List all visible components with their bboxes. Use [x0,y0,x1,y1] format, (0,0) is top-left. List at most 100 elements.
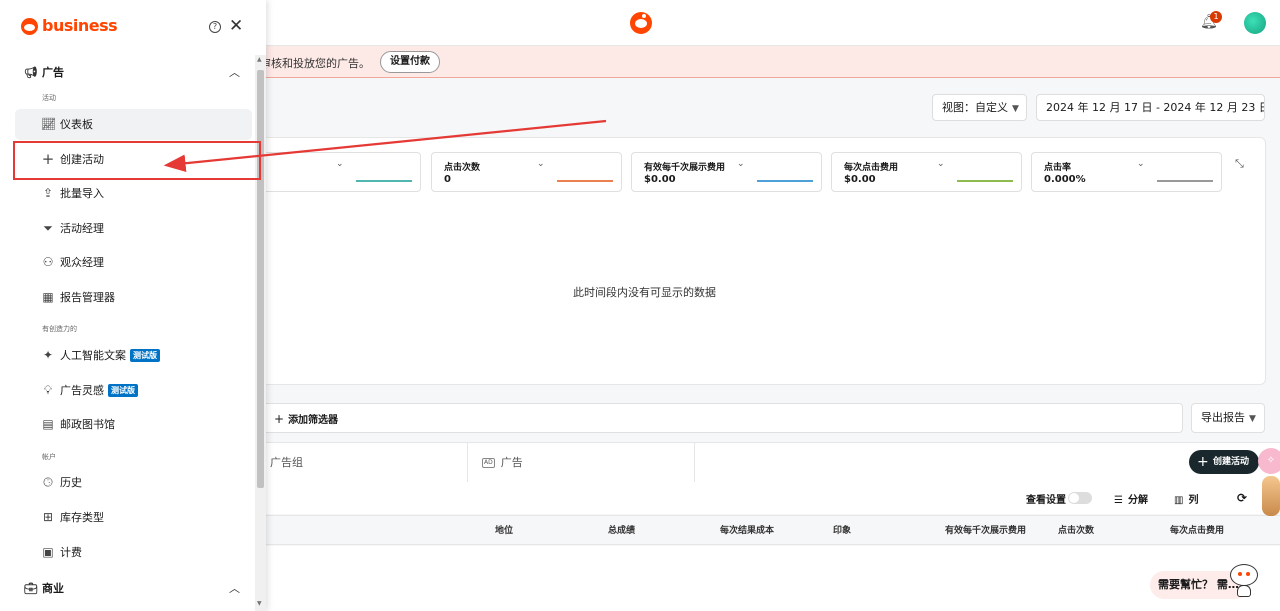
mascot-widget[interactable]: ✧ [1256,446,1280,520]
tab-label: 广告组 [270,456,303,469]
sidebar-item-label: 观众经理 [60,256,104,269]
metric-sparkline [356,180,412,182]
snoo-mascot-icon[interactable] [1228,556,1260,598]
column-header[interactable]: 每次点击费用 [1170,523,1224,536]
section-label: 商业 [42,582,64,595]
metric-label: 点击次数 [444,163,481,173]
sidebar-item-ad-inspiration[interactable]: 💡︎ 广告灵感 测试版 [15,375,252,406]
notification-badge: 1 [1210,11,1222,23]
columns-button[interactable]: ▥ 列 [1174,491,1198,506]
create-campaign-button[interactable]: + 创建活动 [1189,450,1259,474]
export-report-button[interactable]: 导出报告 ▼ [1191,403,1265,433]
add-filter-button[interactable]: + 添加筛选器 [274,411,338,426]
library-icon: ▤ [42,417,54,431]
sidebar-item-history[interactable]: 🕓︎ 历史 [15,467,252,498]
scroll-up-arrow-icon[interactable]: ▲ [257,56,262,63]
date-range-picker[interactable]: 2024 年 12 月 17 日 - 2024 年 12 月 23 日▦ [1036,94,1265,121]
tab-ads[interactable]: AD 广告 [468,443,695,483]
column-header[interactable]: 点击次数 [1058,523,1094,536]
column-header[interactable]: 总成绩 [608,523,635,536]
sidebar-item-label-wrap: 广告灵感 测试版 [60,375,138,406]
chevron-up-icon[interactable]: ︿ [229,580,240,596]
mascot-figure [1262,476,1280,516]
column-header[interactable]: 每次结果成本 [720,523,774,536]
setup-payment-button[interactable]: 设置付款 [380,51,440,73]
chevron-down-icon: ▼ [1249,414,1256,424]
chevron-down-icon: ⌄ [737,159,745,169]
collapse-icon[interactable]: ⤡ [1235,157,1244,171]
empty-state-message: 此时间段内没有可显示的数据 [573,286,716,299]
table-body [240,546,1280,611]
chat-bubble-icon: ✧ [1258,448,1280,474]
breakdown-label: 分解 [1127,495,1148,506]
chevron-down-icon: ⌄ [937,159,945,169]
export-label: 导出报告 [1201,411,1245,424]
metric-sparkline [1157,180,1213,182]
metric-label: 点击率 [1044,163,1072,173]
sidebar-item-label: 仪表板 [60,118,93,131]
refresh-icon[interactable]: ⟳ [1237,491,1247,505]
reddit-logo-icon[interactable] [630,12,652,34]
chevron-up-icon[interactable]: ︿ [229,64,240,80]
sidebar-item-label: 活动经理 [60,222,104,235]
metric-card-clicks[interactable]: 点击次数 ⌄ 0 [431,152,622,192]
metric-sparkline [957,180,1013,182]
section-label: 广告 [42,66,64,79]
ad-icon: AD [482,458,495,468]
metric-card-ctr[interactable]: 点击率 ⌄ 0.000% [1031,152,1222,192]
briefcase-icon: 💼︎ [24,582,38,595]
sidebar-item-dashboard[interactable]: 📈︎ 仪表板 [15,109,252,140]
help-icon[interactable]: ? [209,21,221,33]
beta-badge: 测试版 [130,349,160,362]
sidebar-item-ai-copy[interactable]: ✦ 人工智能文案 测试版 [15,340,252,371]
breakdown-button[interactable]: ☰ 分解 [1114,491,1148,506]
metric-card-cpc[interactable]: 每次点击费用 ⌄ $0.00 [831,152,1022,192]
sidebar-item-bulk-import[interactable]: ⇪ 批量导入 [15,178,252,209]
lightbulb-icon: 💡︎ [43,383,53,397]
metric-value: $0.00 [644,174,676,185]
sidebar-item-report-manager[interactable]: ▦ 报告管理器 [15,282,252,313]
sidebar-item-campaign-manager[interactable]: ⏷ 活动经理 [15,213,252,244]
scroll-down-arrow-icon[interactable]: ▼ [257,600,262,607]
sidebar-item-audience-manager[interactable]: ⚇ 观众经理 [15,247,252,278]
clock-icon: 🕓︎ [43,475,53,489]
metric-sparkline [557,180,613,182]
sidebar-item-post-library[interactable]: ▤ 邮政图书馆 [15,409,252,440]
sidebar-item-label: 报告管理器 [60,291,115,304]
metric-label: 每次点击费用 [844,163,899,173]
column-header[interactable]: 有效每千次展示费用 [945,523,1026,536]
metric-sparkline [757,180,813,182]
view-settings-toggle[interactable] [1068,492,1092,504]
sidebar-item-label: 广告灵感 [60,384,104,397]
breakdown-icon: ☰ [1114,495,1123,506]
columns-icon: ▥ [1174,495,1184,506]
column-header[interactable]: 印象 [833,523,851,536]
metric-card-ecpm[interactable]: 有效每千次展示费用 ⌄ $0.00 [631,152,822,192]
sidebar-item-label: 计费 [60,546,82,559]
add-filter-label: 添加筛选器 [288,415,339,426]
snoo-eye [1246,572,1250,576]
chevron-down-icon: ⌄ [537,159,545,169]
sidebar-scroll-thumb[interactable] [257,70,264,488]
logo-text: business [42,16,118,35]
chevron-down-icon: ⌄ [336,159,344,169]
close-icon[interactable]: ✕ [229,16,243,36]
column-header[interactable]: 地位 [495,523,513,536]
chevron-down-icon: ⌄ [1137,159,1145,169]
plus-icon: + [274,412,285,426]
audience-icon: ⚇ [42,255,54,269]
columns-label: 列 [1188,495,1199,506]
section-business[interactable]: 💼︎ 商业 [24,580,64,596]
sidebar-item-label: 邮政图书馆 [60,418,115,431]
sidebar-item-inventory-type[interactable]: ⊞ 库存类型 [15,502,252,533]
upload-icon: ⇪ [42,186,54,200]
sidebar-item-label: 人工智能文案 [60,349,126,362]
user-avatar[interactable] [1244,12,1266,34]
sidebar-item-billing[interactable]: ▣ 计费 [15,537,252,568]
tab-ad-groups[interactable]: 广告组 [240,443,468,483]
plus-icon: + [1197,454,1209,470]
snoo-head [1230,564,1258,586]
view-dropdown[interactable]: 视图：自定义 ▼ [932,94,1027,121]
section-ads[interactable]: 📢︎ 广告 [24,64,64,80]
billing-icon: ▣ [42,545,54,559]
